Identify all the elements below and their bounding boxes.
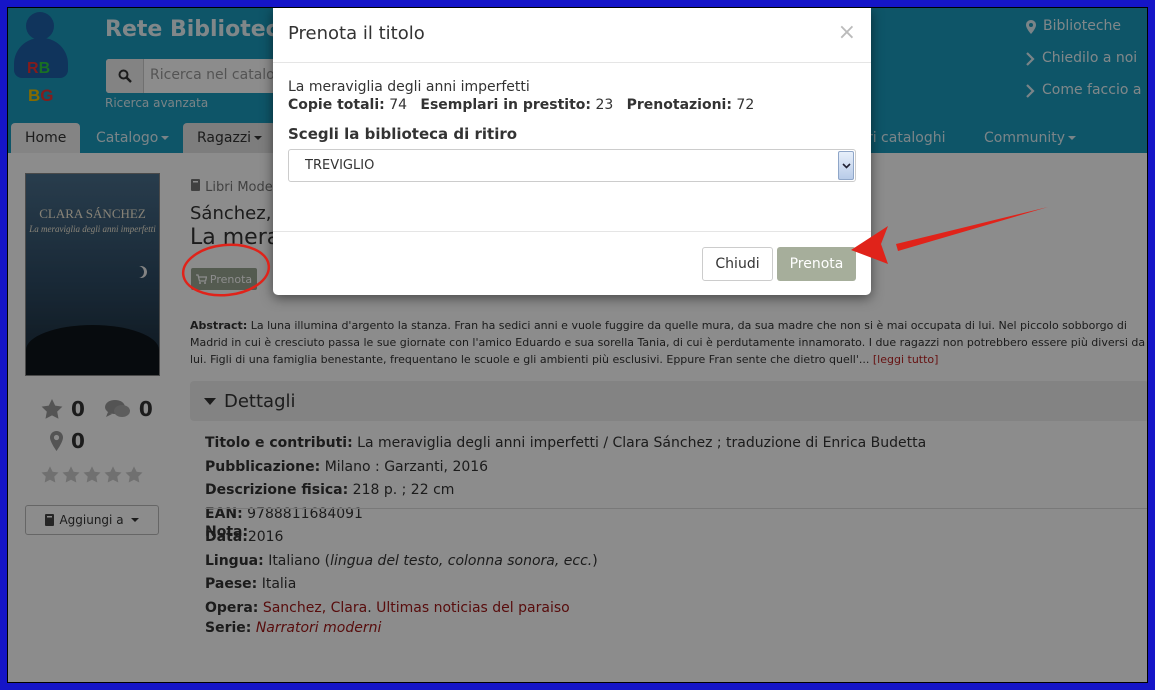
esemplari-label: Esemplari in prestito: (420, 97, 591, 113)
choose-library-label: Scegli la biblioteca di ritiro (288, 125, 518, 143)
close-button[interactable]: Chiudi (702, 247, 773, 281)
close-icon[interactable]: × (838, 20, 856, 45)
modal-header: Prenota il titolo × (273, 8, 871, 63)
esemplari-value: 23 (595, 97, 614, 113)
reservation-modal: Prenota il titolo × La meraviglia degli … (273, 8, 871, 295)
library-select[interactable]: TREVIGLIO (288, 149, 856, 182)
page: RB BG Rete Bibliotecaria Ricerca nel cat… (8, 8, 1147, 682)
select-arrow-icon[interactable] (838, 151, 854, 180)
reserve-button[interactable]: Prenota (777, 247, 856, 281)
library-select-value: TREVIGLIO (305, 158, 375, 173)
modal-footer: Chiudi Prenota (273, 231, 871, 295)
prenotazioni-label: Prenotazioni: (626, 97, 732, 113)
modal-counts: Copie totali: 74 Esemplari in prestito: … (288, 97, 856, 113)
copie-label: Copie totali: (288, 97, 385, 113)
modal-title: Prenota il titolo (288, 23, 425, 44)
modal-body: La meraviglia degli anni imperfetti Copi… (288, 79, 856, 182)
prenotazioni-value: 72 (736, 97, 755, 113)
copie-value: 74 (389, 97, 408, 113)
browser-frame: RB BG Rete Bibliotecaria Ricerca nel cat… (7, 7, 1148, 683)
modal-book-title: La meraviglia degli anni imperfetti (288, 79, 530, 95)
